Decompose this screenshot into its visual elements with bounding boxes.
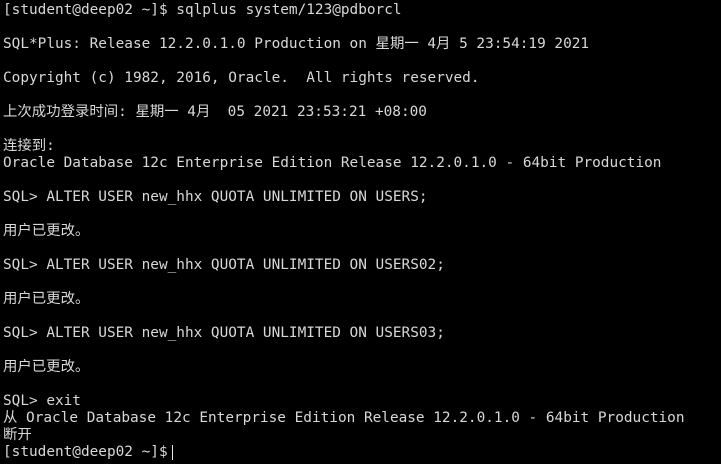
terminal-line: 上次成功登录时间: 星期一 4月 05 2021 23:53:21 +08:00 [3, 104, 427, 120]
terminal-line: 用户已更改。 [3, 291, 90, 307]
terminal-line: 连接到: [3, 138, 55, 154]
command-prompt-line[interactable]: [student@deep02 ~]$ [3, 444, 721, 461]
shell-prompt: [student@deep02 ~]$ [3, 444, 168, 460]
terminal-line: 用户已更改。 [3, 359, 90, 375]
terminal-output: [student@deep02 ~]$ sqlplus system/123@p… [3, 2, 721, 444]
terminal-line: SQL*Plus: Release 12.2.0.1.0 Production … [3, 36, 590, 52]
terminal-line: SQL> ALTER USER new_hhx QUOTA UNLIMITED … [3, 325, 445, 341]
terminal-line: Oracle Database 12c Enterprise Edition R… [3, 155, 662, 171]
terminal-line: 从 Oracle Database 12c Enterprise Edition… [3, 410, 685, 426]
terminal-line: SQL> ALTER USER new_hhx QUOTA UNLIMITED … [3, 189, 428, 205]
terminal-line: SQL> exit [3, 393, 81, 409]
terminal-line: 用户已更改。 [3, 223, 90, 239]
terminal-line: [student@deep02 ~]$ sqlplus system/123@p… [3, 2, 402, 18]
terminal-window[interactable]: [student@deep02 ~]$ sqlplus system/123@p… [0, 0, 721, 464]
text-cursor [171, 445, 174, 460]
terminal-line: Copyright (c) 1982, 2016, Oracle. All ri… [3, 70, 480, 86]
terminal-line: 断开 [3, 427, 32, 443]
terminal-line: SQL> ALTER USER new_hhx QUOTA UNLIMITED … [3, 257, 445, 273]
